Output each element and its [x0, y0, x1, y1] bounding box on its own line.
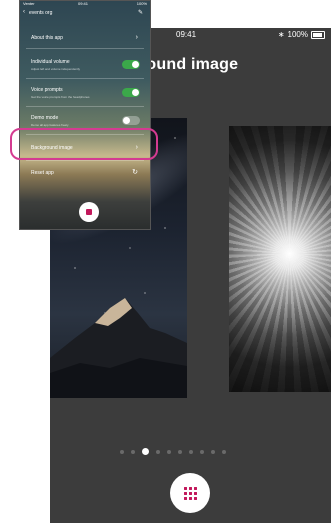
page-dot[interactable]: [211, 449, 215, 454]
succulent-texture: [229, 126, 331, 392]
page-dot[interactable]: [156, 449, 160, 454]
voice-prompts-label: Voice prompts: [31, 87, 63, 93]
individual-volume-label: Individual volume: [31, 59, 70, 65]
chevron-right-icon: ›: [135, 34, 138, 41]
inset-time: 09:41: [78, 1, 89, 6]
individual-volume-sub: Adjust left and volume independently: [31, 67, 81, 71]
grid-view-button[interactable]: [170, 473, 210, 513]
voice-prompts-toggle[interactable]: [122, 88, 140, 97]
about-row[interactable]: About this app ›: [26, 28, 144, 49]
highlight-ring: [10, 128, 158, 160]
reset-app-label: Reset app: [31, 170, 54, 176]
inset-battery: 100%: [136, 1, 147, 6]
inset-header-title: events org: [29, 10, 53, 16]
demo-mode-label: Demo mode: [31, 115, 59, 121]
edit-icon[interactable]: ✎: [138, 9, 143, 16]
inset-status-bar: Venter 09:41 100%: [20, 1, 150, 7]
settings-inset-screen: Venter 09:41 100% ‹ events org ✎ About t…: [19, 0, 151, 230]
about-label: About this app: [31, 35, 63, 41]
bluetooth-icon: ∗: [277, 30, 285, 39]
background-option-succulent[interactable]: [229, 126, 331, 392]
individual-volume-toggle[interactable]: [122, 60, 140, 69]
reset-app-row[interactable]: Reset app ↻: [26, 164, 144, 184]
back-icon[interactable]: ‹: [23, 9, 25, 15]
individual-volume-row[interactable]: Individual volume Adjust left and volume…: [26, 54, 144, 79]
inset-header: ‹ events org ✎: [20, 8, 150, 20]
page-dot[interactable]: [120, 449, 124, 454]
page-indicator[interactable]: [120, 448, 226, 455]
page-dot[interactable]: [131, 449, 135, 454]
demo-mode-sub: Demo all app features freely: [31, 123, 69, 127]
status-right: ∗ 100%: [278, 30, 325, 39]
reset-icon: ↻: [132, 169, 138, 176]
inset-home-button[interactable]: [79, 202, 99, 222]
page-dot[interactable]: [200, 449, 204, 454]
page-dot[interactable]: [167, 449, 171, 454]
battery-icon: [311, 30, 325, 39]
page-dot[interactable]: [222, 449, 226, 454]
voice-prompts-row[interactable]: Voice prompts Get the voice prompts from…: [26, 82, 144, 107]
status-time: 09:41: [176, 30, 197, 39]
page-dot[interactable]: [178, 449, 182, 454]
inset-carrier: Venter: [23, 1, 35, 6]
stop-icon: [86, 209, 92, 215]
page-dot[interactable]: [189, 449, 193, 454]
grid-icon: [183, 486, 197, 500]
demo-mode-toggle[interactable]: [122, 116, 140, 125]
battery-percent: 100%: [287, 30, 308, 39]
page-dot[interactable]: [142, 448, 149, 455]
voice-prompts-sub: Get the voice prompts from the headphone…: [31, 95, 90, 99]
